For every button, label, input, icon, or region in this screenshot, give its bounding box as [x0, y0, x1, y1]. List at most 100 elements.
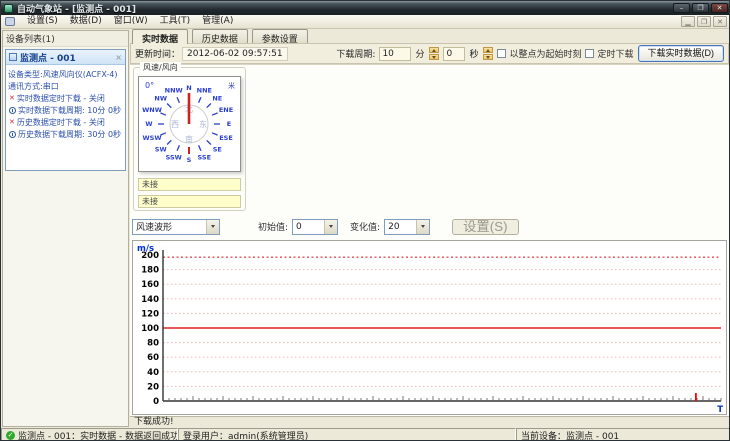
- svg-text:80: 80: [147, 339, 159, 349]
- waveform-select[interactable]: 风速波形: [132, 218, 220, 235]
- menu-tools[interactable]: 工具(T): [154, 15, 197, 28]
- svg-text:180: 180: [141, 266, 159, 276]
- title-bar: 自动气象站 - [监测点 - 001] – ❐ ✕: [1, 1, 729, 15]
- svg-text:20: 20: [147, 382, 159, 392]
- device-info-row: ✕ 实时数据定时下载 - 关闭: [9, 93, 105, 103]
- svg-text:0°: 0°: [145, 81, 154, 90]
- chevron-down-icon[interactable]: [324, 219, 338, 234]
- realtime-toolbar: 更新时间： 2012-06-02 09:57:51 下载周期: 10 分 0 秒: [130, 43, 729, 64]
- device-list-header: 设备列表(1): [3, 31, 128, 47]
- device-list-panel: 设备列表(1) 监测点 - 001 × 设备类型:风速风向仪(ACFX-4) 通…: [2, 30, 129, 427]
- svg-text:S: S: [187, 156, 192, 164]
- checkbox-icon[interactable]: [497, 49, 507, 58]
- svg-text:T: T: [717, 405, 723, 414]
- close-button[interactable]: ✕: [711, 3, 728, 13]
- waveform-controls: 风速波形 初始值: 0 变化值: 20 设置(S): [132, 217, 727, 236]
- comm-mode-text: 通讯方式:串口: [8, 81, 59, 91]
- update-time-label: 更新时间：: [135, 50, 181, 60]
- download-realtime-button[interactable]: 下载实时数据(D): [637, 45, 724, 62]
- minutes-stepper[interactable]: [429, 47, 440, 60]
- download-controls: 下载周期: 10 分 0 秒 以整点为起始时刻 定时下载 下载实时数据(D): [336, 45, 724, 62]
- app-window: 自动气象站 - [监测点 - 001] – ❐ ✕ 设置(S) 数据(D) 窗口…: [0, 0, 730, 441]
- device-info-row: 历史数据下载周期: 30分 0秒: [8, 128, 123, 140]
- stepper-down-icon[interactable]: [429, 54, 440, 60]
- svg-text:m/s: m/s: [137, 244, 154, 254]
- update-time-value: 2012-06-02 09:57:51: [182, 46, 288, 61]
- child-minimize-button[interactable]: ▁: [681, 16, 695, 27]
- tab-realtime-data[interactable]: 实时数据: [132, 29, 189, 45]
- device-title: 监测点 - 001: [20, 53, 76, 64]
- seconds-unit-label: 秒: [469, 50, 479, 60]
- stepper-up-icon[interactable]: [483, 47, 494, 53]
- period-seconds-input[interactable]: 0: [443, 46, 466, 61]
- checkbox-timed-download[interactable]: 定时下载: [585, 47, 634, 60]
- stepper-down-icon[interactable]: [483, 54, 494, 60]
- initial-value-label: 初始值:: [258, 223, 289, 233]
- compass-dial: 北东南西NNNENEENEEESESESSESSSWSWWSWWWNWNWNNW…: [142, 81, 235, 164]
- menu-settings[interactable]: 设置(S): [21, 15, 64, 28]
- svg-text:南: 南: [185, 134, 193, 144]
- initial-value-select[interactable]: 0: [292, 218, 339, 235]
- success-check-icon: ✓: [6, 430, 15, 440]
- stepper-up-icon[interactable]: [429, 47, 440, 53]
- wind-direction-readout: 未接: [138, 195, 241, 208]
- wind-compass: 北东南西NNNENEENEEESESESSESSSWSWWSWWWNWNWNNW…: [138, 76, 241, 172]
- svg-text:NNE: NNE: [197, 87, 212, 95]
- device-info-row: 实时数据下载周期: 10分 0秒: [8, 104, 123, 116]
- menu-data[interactable]: 数据(D): [64, 15, 108, 28]
- device-info-row: 设备类型:风速风向仪(ACFX-4): [8, 68, 123, 80]
- child-window-icon: [5, 17, 15, 26]
- realtime-view: 风速/风向 北东南西NNNENEENEEESESESSESSSWSWWSWWWN…: [130, 62, 729, 416]
- settings-button[interactable]: 设置(S): [452, 218, 519, 235]
- download-status-text: 下载成功!: [130, 416, 729, 428]
- child-close-button[interactable]: ✕: [713, 16, 727, 27]
- svg-text:西: 西: [171, 120, 179, 129]
- device-info-row: ✕ 历史数据定时下载 - 关闭: [9, 117, 105, 127]
- checkbox-icon[interactable]: [585, 49, 595, 58]
- svg-text:NE: NE: [212, 95, 222, 103]
- device-info-row: 通讯方式:串口: [8, 80, 123, 92]
- svg-text:40: 40: [147, 368, 159, 378]
- checkbox-start-on-hour[interactable]: 以整点为起始时刻: [497, 47, 581, 60]
- svg-text:120: 120: [141, 309, 159, 319]
- svg-text:SW: SW: [155, 146, 167, 154]
- menu-window[interactable]: 窗口(W): [108, 15, 154, 28]
- status-bar: ✓ 监测点 - 001：实时数据 - 数据返回成功! 登录用户：admin(系统…: [1, 428, 729, 440]
- clock-icon: [9, 130, 16, 138]
- clock-icon: [9, 106, 16, 114]
- device-icon: [9, 53, 17, 61]
- minimize-button[interactable]: –: [673, 3, 690, 13]
- main-content: 实时数据 历史数据 参数设置 更新时间： 2012-06-02 09:57:51…: [130, 29, 729, 428]
- svg-text:E: E: [227, 120, 231, 128]
- svg-text:160: 160: [141, 280, 159, 290]
- wind-speed-readout: 未接: [138, 178, 241, 191]
- cross-icon: ✕: [9, 118, 15, 126]
- svg-text:WSW: WSW: [142, 134, 161, 142]
- svg-text:N: N: [186, 84, 191, 92]
- change-value-select[interactable]: 20: [384, 218, 431, 235]
- chevron-down-icon[interactable]: [206, 219, 219, 234]
- period-minutes-input[interactable]: 10: [379, 46, 412, 61]
- svg-text:0: 0: [153, 397, 159, 407]
- status-message-segment: ✓ 监测点 - 001：实时数据 - 数据返回成功!: [1, 428, 178, 440]
- svg-text:ENE: ENE: [219, 106, 233, 114]
- svg-text:ESE: ESE: [219, 134, 233, 142]
- window-title: 自动气象站 - [监测点 - 001]: [17, 4, 137, 15]
- status-user-segment: 登录用户：admin(系统管理员): [178, 428, 516, 440]
- svg-text:SE: SE: [213, 146, 222, 154]
- svg-text:SSW: SSW: [166, 153, 182, 161]
- child-window-controls: ▁ ❐ ✕: [681, 16, 727, 27]
- child-restore-button[interactable]: ❐: [697, 16, 711, 27]
- svg-text:NW: NW: [154, 95, 167, 103]
- seconds-stepper[interactable]: [483, 47, 494, 60]
- period-label: 下载周期:: [336, 50, 376, 60]
- menu-manage[interactable]: 管理(A): [196, 15, 239, 28]
- svg-text:东: 东: [199, 119, 207, 129]
- chevron-down-icon[interactable]: [416, 219, 430, 234]
- device-type-text: 设备类型:风速风向仪(ACFX-4): [8, 69, 118, 79]
- svg-text:60: 60: [147, 353, 159, 363]
- svg-text:NNW: NNW: [165, 87, 183, 95]
- collapse-icon[interactable]: ×: [115, 53, 122, 62]
- maximize-button[interactable]: ❐: [692, 3, 709, 13]
- device-card-header[interactable]: 监测点 - 001 ×: [6, 50, 125, 65]
